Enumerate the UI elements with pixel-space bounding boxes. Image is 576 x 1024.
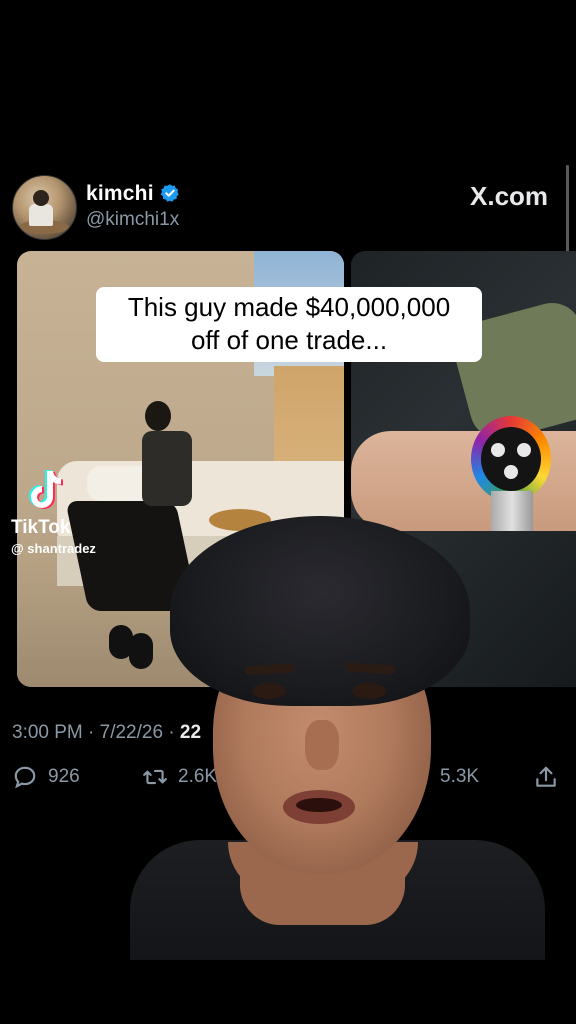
repost-button[interactable]: 2.6K: [142, 764, 217, 790]
repost-icon: [143, 769, 167, 785]
caption-line-1: This guy made $40,000,000: [127, 292, 451, 322]
author-handle[interactable]: @kimchi1x: [86, 209, 179, 231]
post-timestamp: 3:00 PM · 7/22/26 · 22: [12, 722, 201, 744]
tiktok-wordmark: TikTok: [11, 517, 71, 538]
share-button[interactable]: [533, 764, 559, 790]
reply-count: 926: [48, 766, 80, 787]
tiktok-logo-icon: [29, 470, 63, 509]
repost-count: 2.6K: [178, 766, 218, 787]
author-avatar[interactable]: [12, 175, 77, 240]
source-label: X.com: [470, 181, 549, 211]
author-name[interactable]: kimchi: [86, 182, 154, 206]
video-caption: This guy made $40,000,000 off of one tra…: [96, 287, 482, 362]
share-icon: [536, 766, 556, 787]
reply-button[interactable]: 926: [12, 764, 80, 790]
timestamp-text: 3:00 PM · 7/22/26 ·: [12, 722, 180, 743]
caption-line-2: off of one trade...: [190, 325, 388, 355]
tiktok-username: @ shantradez: [11, 541, 96, 556]
verified-badge-icon: [160, 184, 179, 202]
views-count: 22: [179, 722, 202, 743]
reply-icon: [14, 766, 36, 789]
bookmark-count: 5.3K: [440, 766, 480, 787]
